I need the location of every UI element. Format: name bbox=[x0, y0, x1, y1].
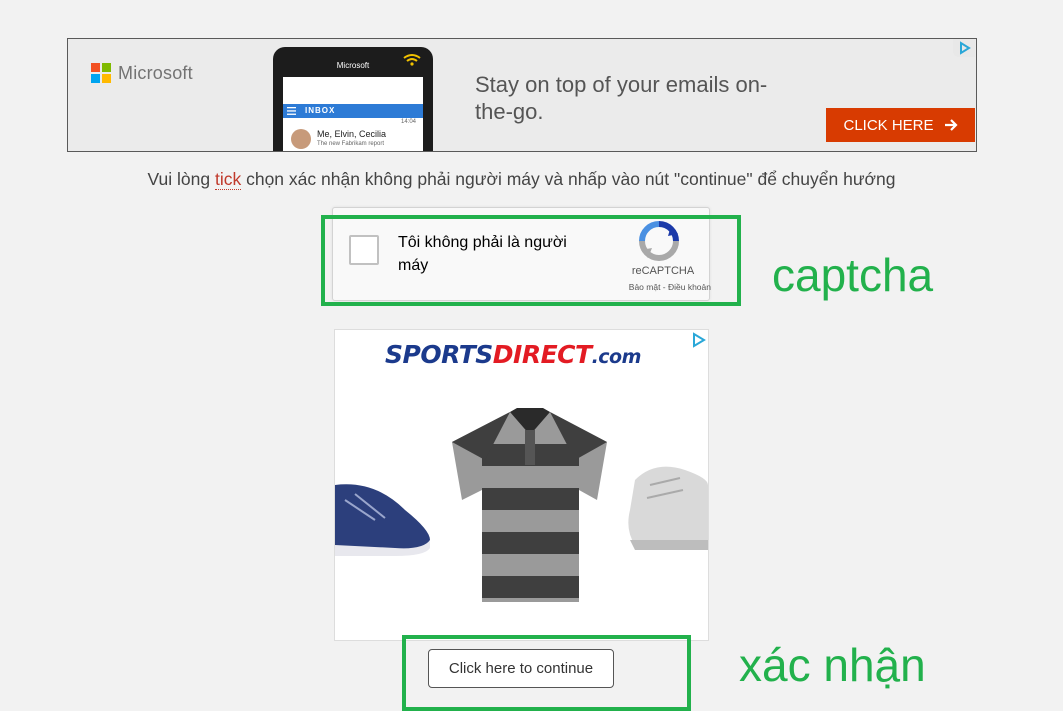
striped-polo-shirt-icon bbox=[452, 408, 607, 602]
email-time: 14:04 bbox=[401, 119, 417, 125]
instruction-before: Vui lòng bbox=[147, 169, 215, 189]
hamburger-menu-icon bbox=[287, 107, 296, 115]
adchoices-icon[interactable] bbox=[690, 332, 706, 348]
product-images bbox=[335, 408, 708, 602]
microsoft-banner-ad[interactable]: Microsoft Microsoft INBOX 14:04 Me, Elvi… bbox=[67, 38, 977, 152]
ad-brand-name: Microsoft bbox=[118, 63, 193, 83]
inbox-bar bbox=[283, 104, 423, 118]
email-sender: Me, Elvin, Cecilia bbox=[317, 129, 387, 139]
logo-direct: DIRECT bbox=[492, 340, 592, 369]
phone-screen: INBOX 14:04 Me, Elvin, Cecilia The new F… bbox=[283, 54, 423, 151]
blue-running-shoe-icon bbox=[335, 484, 430, 556]
adchoices-icon[interactable] bbox=[953, 39, 975, 57]
instruction-text: Vui lòng tick chọn xác nhận không phải n… bbox=[0, 169, 1043, 190]
email-subject: The new Fabrikam report bbox=[317, 141, 385, 147]
instruction-after: chọn xác nhận không phải người máy và nh… bbox=[241, 169, 896, 189]
tick-link[interactable]: tick bbox=[214, 169, 242, 190]
sportsdirect-logo: SPORTSDIRECT.com bbox=[385, 340, 641, 369]
grey-running-shoe-icon bbox=[628, 466, 708, 550]
sportsdirect-ad[interactable]: SPORTSDIRECT.com bbox=[334, 329, 709, 641]
microsoft-logo-icon bbox=[91, 63, 111, 83]
captcha-annotation: captcha bbox=[772, 249, 934, 301]
phone-illustration: Microsoft INBOX 14:04 Me, Elvin, Cecilia… bbox=[273, 47, 433, 151]
continue-highlight-frame bbox=[402, 635, 691, 711]
logo-sports: SPORTS bbox=[385, 340, 493, 369]
ad-headline: Stay on top of your emails on-the-go. bbox=[475, 72, 768, 124]
arrow-right-icon bbox=[944, 119, 958, 131]
confirm-annotation: xác nhận bbox=[739, 639, 926, 691]
click-here-button[interactable]: CLICK HERE bbox=[826, 108, 975, 142]
logo-com: .com bbox=[591, 346, 642, 368]
inbox-label: INBOX bbox=[305, 106, 336, 115]
wifi-icon bbox=[403, 54, 421, 66]
captcha-highlight-frame bbox=[321, 215, 741, 306]
avatar bbox=[291, 129, 311, 149]
cta-label: CLICK HERE bbox=[843, 116, 934, 134]
